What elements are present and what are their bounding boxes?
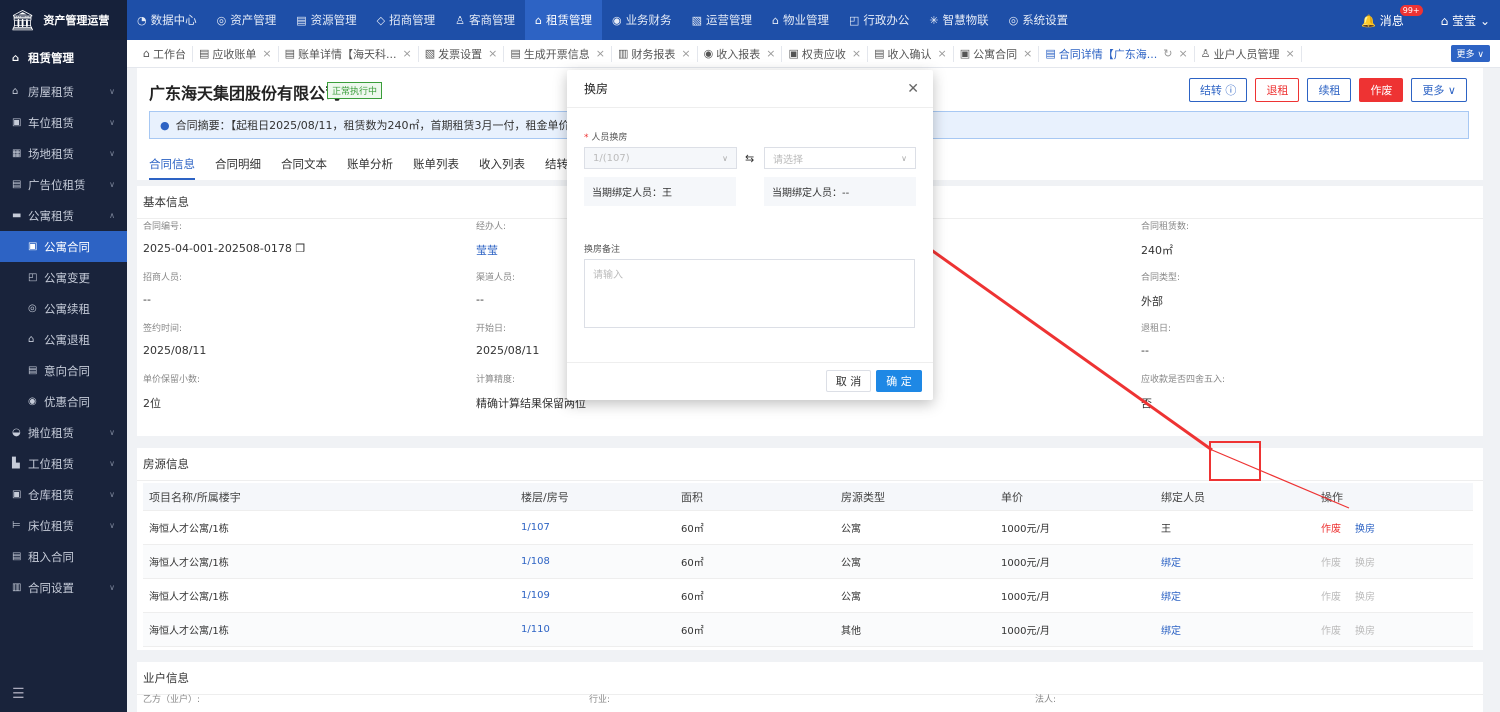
- cancel-button[interactable]: 取 消: [826, 370, 871, 392]
- to-room-select[interactable]: 请选择 ∨: [764, 147, 916, 169]
- from-room-select: 1/(107) ∨: [584, 147, 737, 169]
- close-icon[interactable]: ✕: [907, 81, 919, 97]
- confirm-button[interactable]: 确 定: [876, 370, 922, 392]
- to-bound-person: 当期绑定人员：--: [764, 177, 916, 206]
- person-swap-label: * 人员换房: [584, 133, 628, 143]
- dialog-title: 换房: [584, 82, 609, 96]
- from-bound-person: 当期绑定人员：王: [584, 177, 736, 206]
- swap-room-dialog: 换房 ✕ * 人员换房 1/(107) ∨ ⇆ 请选择 ∨ 当期绑定人员：王 当期绑…: [567, 70, 933, 400]
- dialog-footer: 取 消 确 定: [567, 362, 933, 400]
- swap-icon: ⇆: [745, 152, 755, 165]
- chevron-down-icon: ∨: [901, 153, 907, 163]
- dialog-header: 换房 ✕: [567, 70, 933, 108]
- remark-textarea[interactable]: 请输入: [584, 259, 915, 328]
- remark-label: 换房备注: [584, 245, 621, 255]
- chevron-down-icon: ∨: [722, 153, 728, 163]
